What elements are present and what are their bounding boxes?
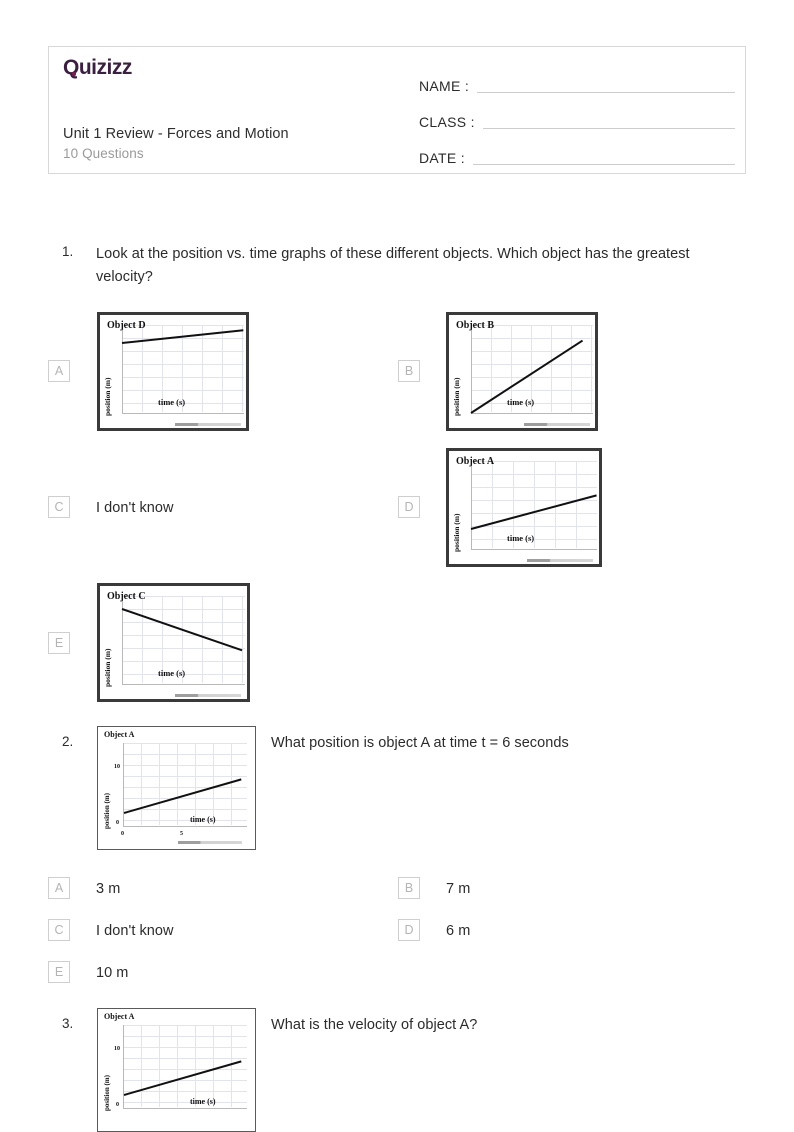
graph-object-c-title: Object C	[107, 591, 146, 602]
question-1-option-d-letter[interactable]: D	[398, 496, 420, 518]
name-field-row: NAME :	[419, 65, 735, 96]
graph-object-d-y-label: position (m)	[103, 377, 112, 416]
quizizz-logo: Quizizz	[63, 57, 132, 78]
graph-question-3-title: Object A	[104, 1012, 135, 1021]
graph-object-b-canvas: Object B position (m) time (s)	[449, 315, 595, 428]
graph-question-2-title: Object A	[104, 730, 135, 739]
graph-question-2-canvas: Object A position (m) time (s) 10 0 0 5	[98, 727, 255, 849]
graph-object-a-q1-y-axis	[471, 461, 472, 549]
graph-question-2-ytick-10: 10	[114, 764, 120, 770]
quizizz-logo-dot-icon	[72, 72, 76, 76]
question-2-text: What position is object A at time t = 6 …	[271, 735, 569, 751]
question-1-option-c-text: I don't know	[96, 500, 174, 516]
graph-object-b: Object B position (m) time (s)	[446, 312, 598, 431]
graph-object-a-q1-title: Object A	[456, 456, 495, 467]
quiz-title: Unit 1 Review - Forces and Motion	[63, 126, 289, 142]
quizizz-logo-text: Quizizz	[63, 56, 132, 79]
question-1-text: Look at the position vs. time graphs of …	[96, 246, 690, 285]
graph-question-3-x-axis	[123, 1108, 247, 1109]
graph-object-d-title: Object D	[107, 320, 146, 331]
date-field-row: DATE :	[419, 137, 735, 168]
graph-object-b-x-axis	[471, 413, 593, 414]
question-2-option-c-letter[interactable]: C	[48, 919, 70, 941]
graph-question-2-xtick-5: 5	[180, 831, 183, 837]
graph-object-c-x-axis	[122, 684, 245, 685]
question-1-option-a-letter[interactable]: A	[48, 360, 70, 382]
question-2-option-d-text: 6 m	[446, 923, 471, 939]
graph-object-d: Object D position (m) time (s)	[97, 312, 249, 431]
graph-question-3-canvas: Object A position (m) time (s) 10 0	[98, 1009, 255, 1131]
question-1-option-c-letter[interactable]: C	[48, 496, 70, 518]
graph-object-d-y-axis	[122, 325, 123, 413]
graph-object-d-x-label: time (s)	[158, 397, 186, 407]
graph-question-3-x-label: time (s)	[190, 1097, 216, 1106]
graph-object-b-y-label: position (m)	[452, 377, 461, 416]
quiz-header-card: Quizizz Unit 1 Review - Forces and Motio…	[48, 46, 746, 174]
graph-question-2-y-label: position (m)	[103, 793, 111, 829]
question-2-option-e-letter[interactable]: E	[48, 961, 70, 983]
graph-question-3-y-label: position (m)	[103, 1075, 111, 1111]
graph-question-3-ytick-10: 10	[114, 1046, 120, 1052]
graph-question-2-ytick-0: 0	[116, 820, 119, 826]
graph-object-b-watermark	[524, 423, 590, 426]
class-input[interactable]	[482, 127, 735, 129]
question-2-option-c-text: I don't know	[96, 923, 174, 939]
class-field-row: CLASS :	[419, 101, 735, 132]
graph-object-d-x-axis	[122, 413, 244, 414]
graph-object-c-watermark	[175, 694, 241, 697]
question-2-option-b-letter[interactable]: B	[398, 877, 420, 899]
graph-object-c-y-label: position (m)	[103, 648, 112, 687]
graph-object-c-x-label: time (s)	[158, 668, 186, 678]
graph-object-c-canvas: Object C position (m) time (s)	[100, 586, 247, 699]
graph-object-a-q1-canvas: Object A position (m) time (s)	[449, 451, 599, 564]
graph-question-2-watermark	[178, 841, 242, 844]
graph-object-a-q1: Object A position (m) time (s)	[446, 448, 602, 567]
question-1-option-e-letter[interactable]: E	[48, 632, 70, 654]
date-field-label: DATE :	[419, 150, 465, 166]
graph-object-c: Object C position (m) time (s)	[97, 583, 250, 702]
quiz-question-count: 10 Questions	[63, 146, 144, 161]
question-1-number: 1.	[62, 244, 74, 259]
question-1-option-b-letter[interactable]: B	[398, 360, 420, 382]
question-2-number: 2.	[62, 734, 74, 749]
graph-question-2-x-axis	[123, 826, 247, 827]
graph-object-d-watermark	[175, 423, 241, 426]
graph-question-3: Object A position (m) time (s) 10 0	[97, 1008, 256, 1132]
question-2-option-e-text: 10 m	[96, 965, 129, 981]
graph-object-d-canvas: Object D position (m) time (s)	[100, 315, 246, 428]
graph-question-2: Object A position (m) time (s) 10 0 0 5	[97, 726, 256, 850]
graph-object-a-q1-x-axis	[471, 549, 597, 550]
graph-object-a-q1-x-label: time (s)	[507, 533, 535, 543]
header-branding: Quizizz	[63, 57, 393, 79]
graph-question-2-xtick-0: 0	[121, 831, 124, 837]
graph-question-3-ytick-0: 0	[116, 1102, 119, 1108]
question-2-option-a-text: 3 m	[96, 881, 121, 897]
name-field-label: NAME :	[419, 78, 470, 94]
graph-object-a-q1-watermark	[527, 559, 593, 562]
question-3-text: What is the velocity of object A?	[271, 1017, 478, 1033]
question-2-option-a-letter[interactable]: A	[48, 877, 70, 899]
date-input[interactable]	[472, 163, 735, 165]
graph-object-b-title: Object B	[456, 320, 495, 331]
question-2-option-b-text: 7 m	[446, 881, 471, 897]
graph-question-2-x-label: time (s)	[190, 815, 216, 824]
class-field-label: CLASS :	[419, 114, 475, 130]
graph-object-a-q1-y-label: position (m)	[452, 513, 461, 552]
graph-object-b-y-axis	[471, 325, 472, 413]
graph-object-b-x-label: time (s)	[507, 397, 535, 407]
question-3-number: 3.	[62, 1016, 74, 1031]
name-input[interactable]	[477, 91, 735, 93]
student-info-fields: NAME : CLASS : DATE :	[419, 65, 735, 173]
question-2-option-d-letter[interactable]: D	[398, 919, 420, 941]
